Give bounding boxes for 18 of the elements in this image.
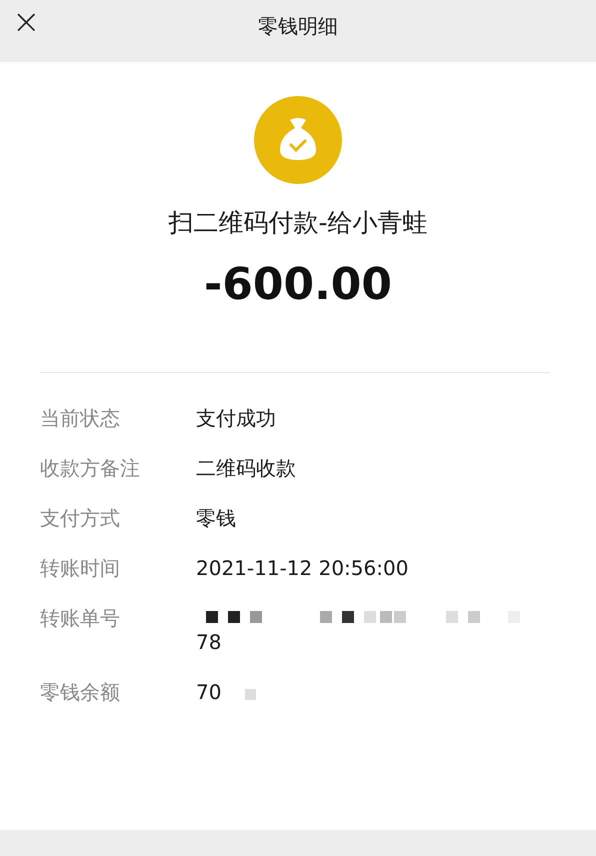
detail-label: 零钱余额 bbox=[40, 679, 121, 706]
detail-value: 支付成功 bbox=[196, 405, 276, 432]
detail-label: 转账单号 bbox=[40, 605, 121, 632]
close-button[interactable]: × bbox=[6, 2, 46, 42]
detail-value: 二维码收款 bbox=[196, 455, 296, 482]
detail-label: 转账时间 bbox=[40, 555, 121, 582]
detail-value: 2021-11-12 20:56:00 bbox=[196, 555, 408, 582]
detail-value: 零钱 bbox=[196, 505, 236, 532]
amount: -600.00 bbox=[204, 259, 392, 310]
detail-label: 收款方备注 bbox=[40, 455, 141, 482]
redaction-mosaic-drawing bbox=[245, 689, 256, 700]
page-title: 零钱明细 bbox=[258, 12, 338, 40]
money-bag-icon bbox=[254, 96, 342, 184]
detail-label: 支付方式 bbox=[40, 505, 121, 532]
detail-label: 当前状态 bbox=[40, 405, 121, 432]
transaction-title: 扫二维码付款-给小青蛙 bbox=[168, 207, 428, 239]
detail-value: 70 bbox=[196, 679, 222, 706]
detail-value: 78 bbox=[196, 629, 222, 656]
